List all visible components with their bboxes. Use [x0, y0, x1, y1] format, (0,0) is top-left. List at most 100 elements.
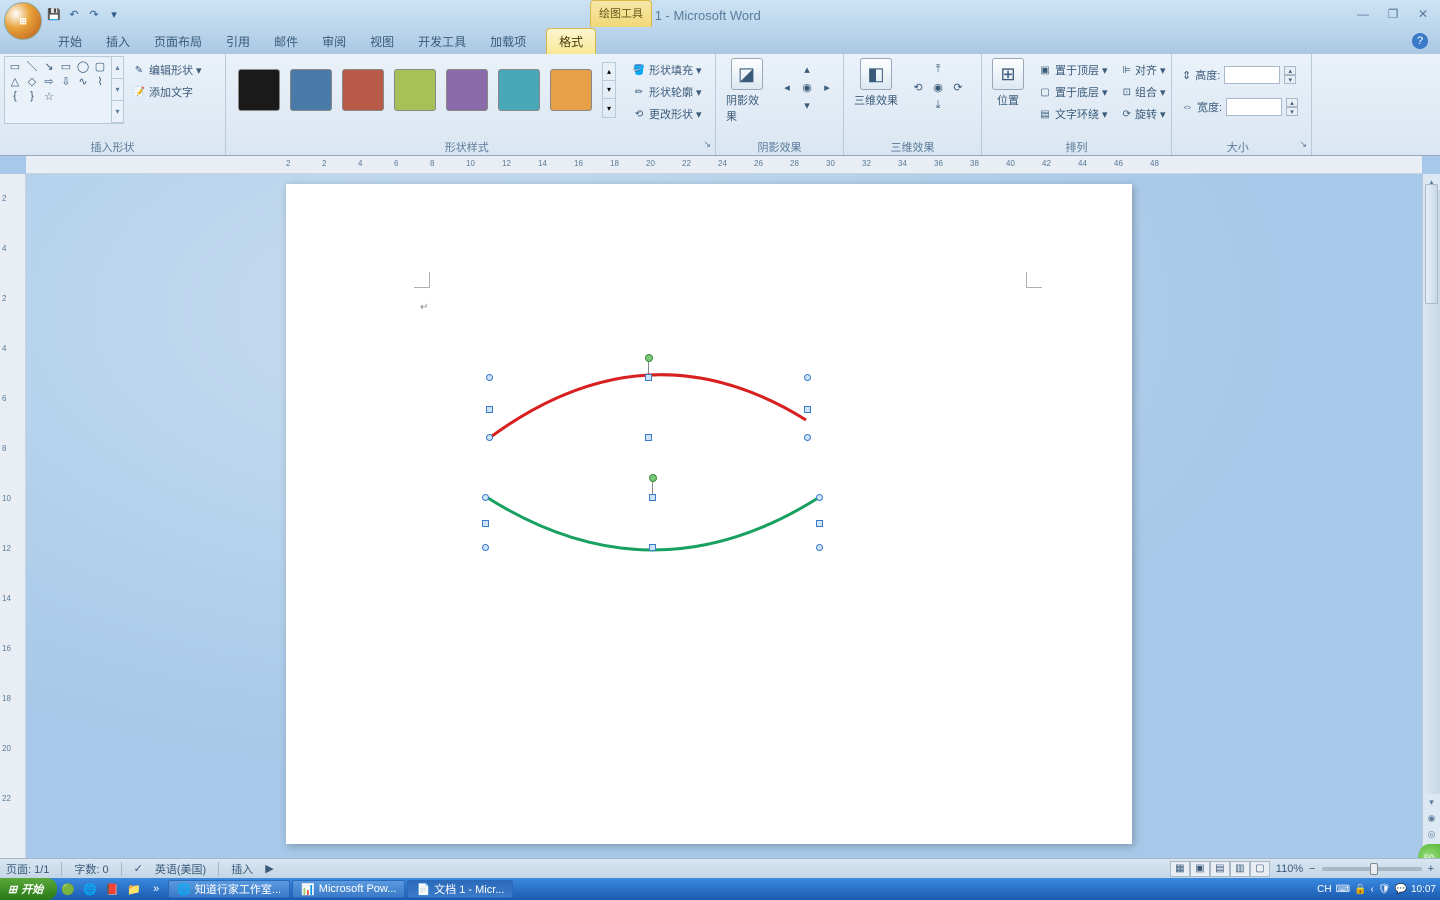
position-button[interactable]: ⊞ 位置	[986, 56, 1030, 110]
width-down-icon[interactable]: ▾	[1286, 107, 1298, 116]
style-gallery-more-icon[interactable]: ▾	[603, 99, 615, 117]
handle-br[interactable]	[804, 434, 811, 441]
tray-icon-4[interactable]: 💬	[1395, 884, 1407, 895]
width-up-icon[interactable]: ▴	[1286, 98, 1298, 107]
rotate-button[interactable]: ⟳旋转 ▾	[1118, 104, 1170, 124]
align-button[interactable]: ⊫对齐 ▾	[1118, 60, 1170, 80]
style-swatch-3[interactable]	[394, 69, 436, 111]
view-fullscreen-icon[interactable]: ▣	[1190, 861, 1210, 877]
ql-expand-icon[interactable]: »	[146, 880, 166, 898]
zoom-knob[interactable]	[1370, 863, 1378, 875]
style-gallery-down-icon[interactable]: ▾	[603, 81, 615, 99]
horizontal-ruler[interactable]: 2246810121416182022242628303234363840424…	[26, 156, 1422, 174]
shapes-gallery[interactable]: ▭ ＼ ↘ ▭ ◯ ▢ △ ◇ ⇨ ⇩ ∿ ⌇ { } ☆ ▴ ▾ ▾	[4, 56, 124, 124]
shape-curve-icon[interactable]: ∿	[75, 74, 91, 88]
prev-page-icon[interactable]: ◉	[1423, 810, 1440, 826]
height-down-icon[interactable]: ▾	[1284, 75, 1296, 84]
ql-icon-3[interactable]: 📕	[102, 880, 122, 898]
handle2-ml[interactable]	[482, 520, 489, 527]
tilt-left-icon[interactable]: ⟲	[908, 78, 928, 96]
gallery-more-icon[interactable]: ▾	[112, 101, 123, 123]
rotate-handle[interactable]	[645, 354, 653, 362]
ql-icon-4[interactable]: 📁	[124, 880, 144, 898]
shape-rect-icon[interactable]: ▭	[58, 59, 74, 73]
redo-icon[interactable]: ↷	[86, 6, 102, 22]
tab-references[interactable]: 引用	[214, 29, 262, 54]
shadow-right-icon[interactable]: ▸	[817, 78, 837, 96]
3d-effects-button[interactable]: ◧ 三维效果	[848, 56, 904, 110]
shape-styles-dialog-icon[interactable]: ↘	[703, 139, 711, 150]
start-button[interactable]: ⊞ 开始	[0, 878, 57, 900]
view-draft-icon[interactable]: ▢	[1250, 861, 1270, 877]
tilt-center-icon[interactable]: ◉	[928, 78, 948, 96]
view-web-icon[interactable]: ▤	[1210, 861, 1230, 877]
canvas[interactable]: ↵	[26, 174, 1440, 858]
shadow-center-icon[interactable]: ◉	[797, 78, 817, 96]
tab-home[interactable]: 开始	[46, 29, 94, 54]
taskbar-task-0[interactable]: 🌐知道行家工作室...	[168, 880, 290, 898]
handle2-br[interactable]	[816, 544, 823, 551]
shadow-left-icon[interactable]: ◂	[777, 78, 797, 96]
height-input[interactable]	[1224, 66, 1280, 84]
handle-mr[interactable]	[804, 406, 811, 413]
tab-developer[interactable]: 开发工具	[406, 29, 478, 54]
shape-red-arc[interactable]	[486, 362, 812, 442]
add-text-button[interactable]: 📝添加文字	[128, 82, 206, 102]
shape-oval-icon[interactable]: ◯	[75, 59, 91, 73]
tray-icon-3[interactable]: 🛡	[1378, 884, 1391, 895]
save-icon[interactable]: 💾	[46, 6, 62, 22]
restore-button[interactable]: ❐	[1382, 6, 1404, 22]
bring-front-button[interactable]: ▣置于顶层 ▾	[1034, 60, 1112, 80]
handle2-bc[interactable]	[649, 544, 656, 551]
tilt-right-icon[interactable]: ⟳	[948, 78, 968, 96]
tray-icon-1[interactable]: ⌨	[1336, 884, 1350, 895]
status-page[interactable]: 页面: 1/1	[6, 861, 49, 877]
vertical-scrollbar[interactable]: ▴ ▾ ◉ ◎ ▾	[1422, 174, 1440, 858]
tab-addins[interactable]: 加载项	[478, 29, 538, 54]
status-macro-icon[interactable]: ▶	[265, 862, 273, 875]
shape-star-icon[interactable]: ☆	[41, 89, 57, 103]
status-words[interactable]: 字数: 0	[74, 861, 108, 877]
handle-tl[interactable]	[486, 374, 493, 381]
tab-review[interactable]: 审阅	[310, 29, 358, 54]
ql-icon-2[interactable]: 🌐	[80, 880, 100, 898]
taskbar-task-2[interactable]: 📄文档 1 - Micr...	[407, 880, 513, 898]
shape-rarrow-icon[interactable]: ⇨	[41, 74, 57, 88]
status-proof-icon[interactable]: ✓	[134, 862, 143, 875]
zoom-in-icon[interactable]: +	[1428, 863, 1434, 875]
tray-expand-icon[interactable]: ‹	[1370, 884, 1373, 895]
tray-icon-2[interactable]: 🔒	[1354, 884, 1366, 895]
close-button[interactable]: ✕	[1412, 6, 1434, 22]
style-swatch-0[interactable]	[238, 69, 280, 111]
vertical-ruler[interactable]: 24246810121416182022	[0, 174, 26, 858]
tab-view[interactable]: 视图	[358, 29, 406, 54]
handle2-mr[interactable]	[816, 520, 823, 527]
style-swatch-6[interactable]	[550, 69, 592, 111]
shadow-down-icon[interactable]: ▾	[797, 96, 817, 114]
view-print-icon[interactable]: ▦	[1170, 861, 1190, 877]
shape-brace2-icon[interactable]: }	[24, 89, 40, 103]
minimize-button[interactable]: —	[1352, 6, 1374, 22]
gallery-up-icon[interactable]: ▴	[112, 57, 123, 79]
tab-mailings[interactable]: 邮件	[262, 29, 310, 54]
office-button[interactable]: ⊞	[4, 2, 42, 40]
scroll-down-icon[interactable]: ▾	[1423, 794, 1440, 810]
status-lang[interactable]: 英语(美国)	[155, 861, 206, 877]
width-input[interactable]	[1226, 98, 1282, 116]
handle-tr[interactable]	[804, 374, 811, 381]
send-back-button[interactable]: ▢置于底层 ▾	[1034, 82, 1112, 102]
gallery-down-icon[interactable]: ▾	[112, 79, 123, 101]
tab-insert[interactable]: 插入	[94, 29, 142, 54]
style-gallery-up-icon[interactable]: ▴	[603, 63, 615, 81]
shape-line-icon[interactable]: ＼	[24, 59, 40, 73]
text-wrap-button[interactable]: ▤文字环绕 ▾	[1034, 104, 1112, 124]
zoom-out-icon[interactable]: −	[1309, 863, 1315, 875]
help-icon[interactable]: ?	[1412, 33, 1428, 49]
tab-format[interactable]: 格式	[546, 28, 596, 54]
browse-object-icon[interactable]: ◎	[1423, 826, 1440, 842]
shape-fill-button[interactable]: 🪣形状填充 ▾	[628, 60, 706, 80]
shape-diamond-icon[interactable]: ◇	[24, 74, 40, 88]
style-gallery[interactable]: ▴ ▾ ▾	[230, 56, 624, 124]
handle2-tc[interactable]	[649, 494, 656, 501]
taskbar-task-1[interactable]: 📊Microsoft Pow...	[292, 880, 405, 898]
